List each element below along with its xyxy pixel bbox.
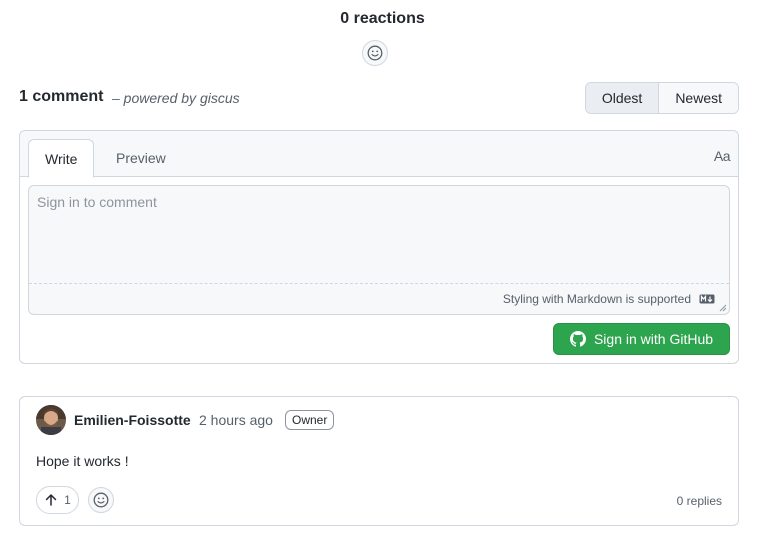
reply-count: 0 replies bbox=[676, 494, 722, 508]
comment-count: 1 comment bbox=[19, 88, 104, 105]
reactions-count: 0 reactions bbox=[340, 10, 425, 27]
sign-in-github-button[interactable]: Sign in with GitHub bbox=[553, 323, 730, 355]
comments-header: 1 comment – powered by giscus Oldest New… bbox=[19, 82, 739, 114]
comment-author[interactable]: Emilien-Foissotte bbox=[74, 412, 191, 428]
sort-toggle: Oldest Newest bbox=[584, 82, 739, 114]
github-icon bbox=[569, 331, 586, 347]
avatar-image bbox=[36, 405, 66, 435]
upvote-button[interactable]: 1 bbox=[36, 486, 79, 514]
comment-add-reaction-button[interactable] bbox=[88, 487, 114, 513]
comment-input-wrapper: Sign in to comment Styling with Markdown… bbox=[28, 185, 730, 315]
editor-tabs: Write Preview Aa bbox=[20, 131, 738, 178]
sign-in-label: Sign in with GitHub bbox=[593, 331, 714, 347]
powered-by-giscus: – powered by giscus bbox=[112, 90, 240, 106]
add-reaction-button[interactable] bbox=[362, 40, 388, 66]
comment-timestamp[interactable]: 2 hours ago bbox=[199, 412, 273, 428]
sort-newest-button[interactable]: Newest bbox=[659, 83, 738, 113]
arrow-up-icon bbox=[45, 494, 57, 506]
font-toggle-icon[interactable]: Aa bbox=[714, 148, 731, 164]
upvote-count: 1 bbox=[64, 493, 71, 507]
smiley-icon bbox=[367, 45, 383, 61]
tab-write[interactable]: Write bbox=[28, 139, 95, 178]
tab-preview[interactable]: Preview bbox=[100, 139, 182, 177]
comment-card: Emilien-Foissotte 2 hours ago Owner Hope… bbox=[19, 396, 739, 526]
markdown-icon[interactable] bbox=[699, 294, 715, 304]
sort-oldest-button[interactable]: Oldest bbox=[585, 83, 660, 113]
comment-editor: Write Preview Aa Sign in to comment Styl… bbox=[19, 130, 739, 364]
resize-handle-icon[interactable] bbox=[719, 304, 727, 312]
smiley-icon bbox=[93, 492, 109, 508]
comment-body: Hope it works ! bbox=[36, 453, 129, 469]
owner-badge: Owner bbox=[285, 410, 335, 430]
markdown-hint: Styling with Markdown is supported bbox=[502, 292, 691, 306]
comment-input[interactable]: Sign in to comment bbox=[29, 186, 729, 284]
avatar[interactable] bbox=[36, 405, 66, 435]
